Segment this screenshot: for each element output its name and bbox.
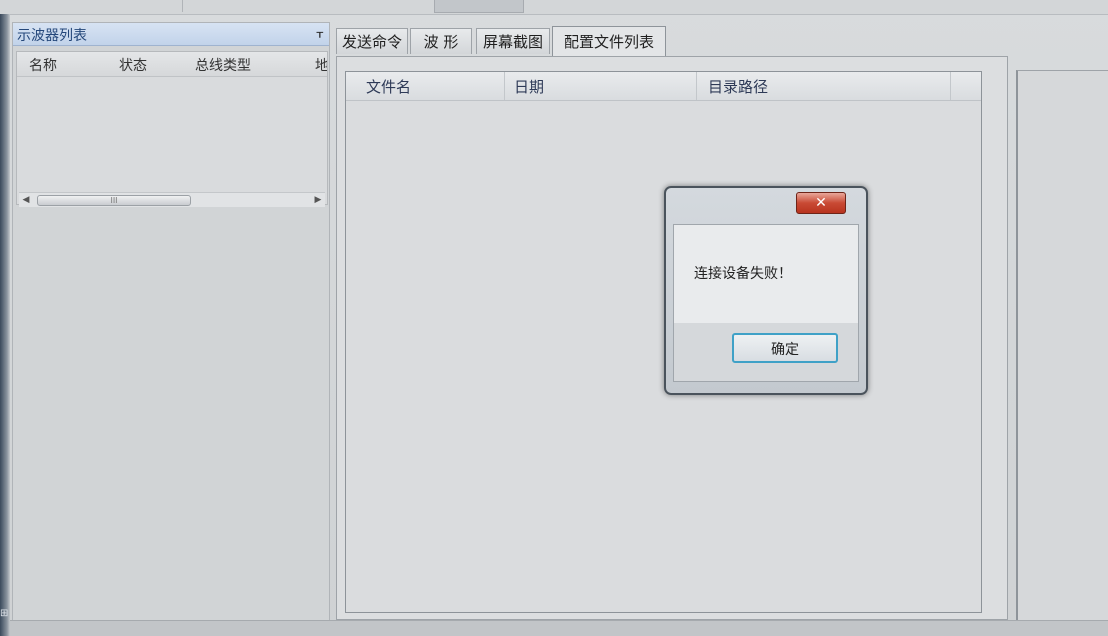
toolbar-button[interactable]: [434, 0, 524, 13]
tab-send-command[interactable]: 发送命令: [336, 28, 408, 54]
dialog-button-area: 确定: [674, 323, 858, 381]
column-header-filename[interactable]: 文件名: [366, 76, 411, 97]
oscilloscope-list-panel: 示波器列表 ᚁ 名称 状态 总线类型 地 ◀ III ▶: [12, 22, 330, 621]
oscilloscope-list[interactable]: 名称 状态 总线类型 地 ◀ III ▶: [16, 51, 328, 207]
scroll-right-icon[interactable]: ▶: [311, 193, 325, 207]
panel-title: 示波器列表: [17, 28, 87, 44]
close-button[interactable]: ✕: [796, 192, 846, 214]
horizontal-scrollbar[interactable]: ◀ III ▶: [19, 192, 325, 207]
file-list-header: 文件名 日期 目录路径: [346, 72, 981, 101]
ok-button[interactable]: 确定: [732, 333, 838, 363]
column-header-bus-type[interactable]: 总线类型: [195, 55, 251, 75]
top-toolbar: [0, 0, 1108, 15]
window-left-edge: [0, 14, 10, 636]
panel-title-bar: 示波器列表 ᚁ: [13, 23, 329, 46]
right-panel: [1016, 70, 1108, 625]
column-header-address[interactable]: 地: [315, 55, 327, 75]
column-header-directory[interactable]: 目录路径: [708, 76, 768, 97]
column-divider[interactable]: [504, 72, 505, 100]
message-area: 连接设备失败！: [674, 225, 858, 323]
column-header-status[interactable]: 状态: [119, 55, 147, 75]
column-divider[interactable]: [696, 72, 697, 100]
tab-waveform[interactable]: 波 形: [410, 28, 472, 54]
screen: 示波器列表 ᚁ 名称 状态 总线类型 地 ◀ III ▶ 发送命令 波 形 屏幕…: [0, 0, 1108, 636]
scroll-left-icon[interactable]: ◀: [19, 193, 33, 207]
edge-glyph-icon: ⊞: [0, 608, 9, 619]
tab-config-file-list[interactable]: 配置文件列表: [552, 26, 666, 56]
close-icon: ✕: [815, 195, 827, 211]
scrollbar-thumb[interactable]: III: [37, 195, 191, 206]
tab-strip: 发送命令 波 形 屏幕截图 配置文件列表: [336, 26, 1096, 56]
pin-icon[interactable]: ᚁ: [317, 25, 323, 40]
error-dialog: ✕ 连接设备失败！ 确定: [664, 186, 868, 395]
list-header: 名称 状态 总线类型 地: [17, 52, 327, 77]
column-divider[interactable]: [950, 72, 951, 100]
tab-screenshot[interactable]: 屏幕截图: [476, 28, 550, 54]
status-bar: [10, 620, 1108, 636]
error-message: 连接设备失败！: [694, 266, 792, 282]
toolbar-separator: [182, 0, 183, 12]
dialog-body: 连接设备失败！ 确定: [673, 224, 859, 382]
column-header-name[interactable]: 名称: [29, 55, 57, 75]
column-header-date[interactable]: 日期: [514, 76, 544, 97]
